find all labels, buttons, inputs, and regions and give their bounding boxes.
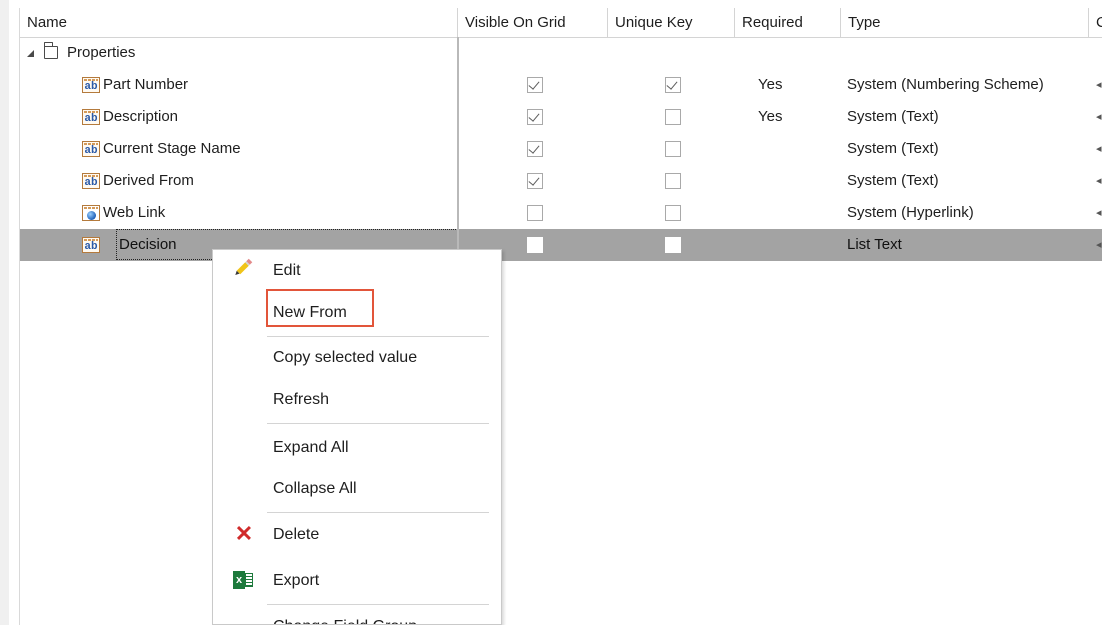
table-row[interactable]: ab Derived From System (Text) ◂ [20,165,1102,197]
collapse-arrow-icon[interactable] [27,50,34,57]
menu-item-change-field-group[interactable]: Change Field Group [213,607,501,624]
unique-key-checkbox[interactable] [665,173,681,189]
property-grid: Name Visible On Grid Unique Key Required… [20,8,1102,625]
menu-item-label: Edit [273,262,301,279]
column-header-overflow[interactable]: C [1089,8,1102,37]
required-value: Yes [758,76,783,93]
visible-on-grid-checkbox[interactable] [527,77,543,93]
row-name: Web Link [103,204,166,221]
menu-item-refresh[interactable]: Refresh [213,380,501,420]
menu-item-label: Refresh [273,391,330,408]
menu-item-label: Change Field Group [273,616,417,624]
type-value: List Text [847,236,902,253]
menu-item-label: Export [273,572,320,589]
menu-separator [267,423,489,424]
column-header-visible-on-grid[interactable]: Visible On Grid [458,8,608,37]
unique-key-checkbox[interactable] [665,205,681,221]
column-header-type[interactable]: Type [841,8,1089,37]
menu-item-label: Delete [273,526,320,543]
pencil-icon [233,258,255,281]
type-value: System (Text) [847,172,939,189]
row-name: Description [103,108,179,125]
menu-item-collapse-all[interactable]: Collapse All [213,469,501,509]
unique-key-checkbox[interactable] [665,109,681,125]
menu-item-copy-selected-value[interactable]: Copy selected value [213,338,501,378]
unique-key-checkbox[interactable] [665,77,681,93]
row-name: Part Number [103,76,189,93]
text-field-icon: ab [82,237,100,253]
column-header-name[interactable]: Name [20,8,458,37]
visible-on-grid-checkbox[interactable] [527,141,543,157]
visible-on-grid-checkbox[interactable] [527,205,543,221]
text-field-icon: ab [82,173,100,189]
type-value: System (Numbering Scheme) [847,76,1044,93]
text-field-icon: ab [82,77,100,93]
column-header-unique-key[interactable]: Unique Key [608,8,735,37]
unique-key-checkbox[interactable] [665,237,681,253]
menu-item-expand-all[interactable]: Expand All [213,428,501,468]
context-menu: Edit New From Copy selected value Refres… [212,249,502,625]
visible-on-grid-checkbox[interactable] [527,237,543,253]
type-value: System (Hyperlink) [847,204,974,221]
grid-header: Name Visible On Grid Unique Key Required… [20,8,1102,38]
table-row-selected[interactable]: ab Decision List Text ◂ [20,229,1102,261]
type-value: System (Text) [847,108,939,125]
menu-separator [267,512,489,513]
excel-icon: x [233,569,255,591]
menu-item-label: Expand All [273,439,349,456]
overflow-arrow-icon: ◂ [1096,239,1102,251]
menu-item-delete[interactable]: ✕ Delete [213,515,501,555]
overflow-arrow-icon: ◂ [1096,143,1102,155]
highlight-box [266,289,374,327]
type-value: System (Text) [847,140,939,157]
text-field-icon: ab [82,109,100,125]
group-label: Properties [67,44,136,61]
table-row[interactable]: ab Description Yes System (Text) ◂ [20,101,1102,133]
name-column-divider [457,37,459,254]
left-panel-edge [0,0,9,625]
group-row-properties[interactable]: Properties [20,37,1102,69]
folder-icon [43,42,58,59]
menu-item-label: Copy selected value [273,349,418,366]
row-name: Current Stage Name [103,140,241,157]
table-row[interactable]: ab Part Number Yes System (Numbering Sch… [20,69,1102,101]
menu-item-label: Collapse All [273,480,357,497]
delete-x-icon: ✕ [234,521,254,546]
row-name: Derived From [103,172,194,189]
unique-key-checkbox[interactable] [665,141,681,157]
menu-separator [267,604,489,605]
table-row[interactable]: ab Current Stage Name System (Text) ◂ [20,133,1102,165]
overflow-arrow-icon: ◂ [1096,111,1102,123]
column-header-required[interactable]: Required [735,8,841,37]
visible-on-grid-checkbox[interactable] [527,109,543,125]
field-group-icon [233,615,255,624]
table-row[interactable]: Web Link System (Hyperlink) ◂ [20,197,1102,229]
menu-item-edit[interactable]: Edit [213,251,501,291]
menu-item-export[interactable]: x Export [213,561,501,601]
overflow-arrow-icon: ◂ [1096,79,1102,91]
text-field-icon: ab [82,141,100,157]
menu-separator [267,336,489,337]
visible-on-grid-checkbox[interactable] [527,173,543,189]
overflow-arrow-icon: ◂ [1096,207,1102,219]
required-value: Yes [758,108,783,125]
hyperlink-field-icon [82,205,100,221]
overflow-arrow-icon: ◂ [1096,175,1102,187]
